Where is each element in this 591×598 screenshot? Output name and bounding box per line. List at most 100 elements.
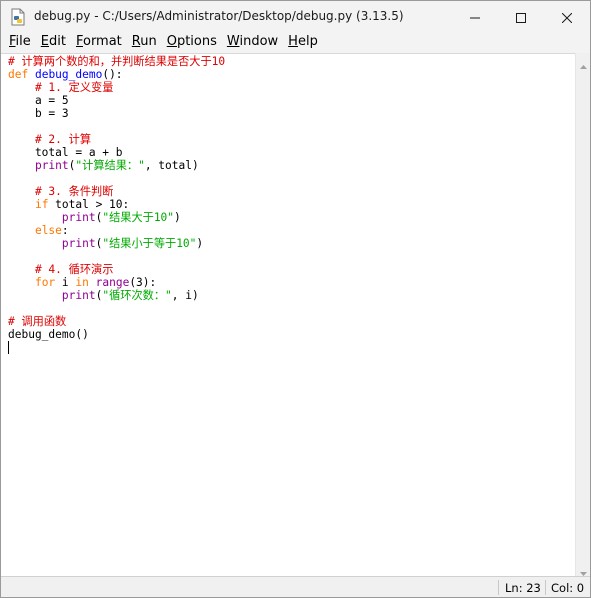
code-token: (3): <box>129 276 157 289</box>
code-line: print("循环次数：", i) <box>8 289 225 302</box>
code-line: # 1. 定义变量 <box>8 81 225 94</box>
status-line-number: Ln: 23 <box>505 581 541 595</box>
code-token: total > 10: <box>48 198 130 211</box>
code-token: print <box>34 159 69 172</box>
idle-editor-window: debug.py - C:/Users/Administrator/Deskto… <box>0 0 591 598</box>
code-token: # 1. 定义变量 <box>34 81 114 94</box>
code-token: # 调用函数 <box>8 315 67 328</box>
code-token: # 3. 条件判断 <box>34 185 114 198</box>
menu-options-mnemonic: O <box>166 34 177 49</box>
menu-file-label: ile <box>15 34 31 49</box>
code-token: a = 5 <box>8 94 69 107</box>
code-token: print <box>61 211 96 224</box>
code-token: ) <box>174 211 181 224</box>
menu-format[interactable]: Format <box>71 33 127 53</box>
menu-options-label: ptions <box>176 34 217 49</box>
window-title: debug.py - C:/Users/Administrator/Deskto… <box>34 9 404 23</box>
close-button[interactable] <box>544 1 590 33</box>
code-token: "结果大于10" <box>102 211 175 224</box>
code-line: # 4. 循环演示 <box>8 263 225 276</box>
menu-file[interactable]: File <box>4 33 36 53</box>
code-token: # 4. 循环演示 <box>34 263 114 276</box>
scroll-up-icon[interactable] <box>579 57 588 69</box>
menu-options[interactable]: Options <box>162 33 222 53</box>
code-line: # 计算两个数的和，并判断结果是否大于10 <box>8 55 225 68</box>
menu-help-mnemonic: H <box>288 34 298 49</box>
code-text[interactable]: # 计算两个数的和，并判断结果是否大于10 def debug_demo(): #… <box>8 55 225 354</box>
code-line: debug_demo() <box>8 328 225 341</box>
code-token: i <box>55 276 76 289</box>
status-column-number: Col: 0 <box>551 581 585 595</box>
code-line: # 3. 条件判断 <box>8 185 225 198</box>
menu-run[interactable]: Run <box>127 33 162 53</box>
code-token: print <box>61 289 96 302</box>
menu-help[interactable]: Help <box>283 33 323 53</box>
menu-format-label: ormat <box>82 34 122 49</box>
code-token: , total) <box>144 159 199 172</box>
code-line: print("结果小于等于10") <box>8 237 225 250</box>
minimize-button[interactable] <box>452 1 498 33</box>
menu-format-mnemonic: F <box>75 34 83 49</box>
code-token: debug_demo <box>34 68 103 81</box>
menu-window-label: indow <box>239 34 279 49</box>
code-token: print <box>61 237 96 250</box>
code-line: else: <box>8 224 225 237</box>
code-line: for i in range(3): <box>8 276 225 289</box>
menu-edit[interactable]: Edit <box>36 33 71 53</box>
python-file-icon <box>10 8 26 26</box>
code-token: if <box>34 198 49 211</box>
code-line: print("计算结果：", total) <box>8 159 225 172</box>
code-line: a = 5 <box>8 94 225 107</box>
code-line: # 调用函数 <box>8 315 225 328</box>
status-separator <box>498 580 499 595</box>
code-token: "计算结果：" <box>75 159 145 172</box>
code-token: in <box>75 276 89 289</box>
code-token: def <box>8 68 29 81</box>
scroll-down-icon[interactable] <box>579 563 588 576</box>
status-bar: Ln: 23 Col: 0 <box>1 576 590 597</box>
title-bar[interactable]: debug.py - C:/Users/Administrator/Deskto… <box>1 1 590 33</box>
vertical-scrollbar[interactable] <box>575 53 590 576</box>
text-cursor <box>8 341 9 354</box>
menu-window-mnemonic: W <box>226 34 240 49</box>
code-line: def debug_demo(): <box>8 68 225 81</box>
menu-bar: File Edit Format Run Options Window Help <box>1 33 590 53</box>
menu-edit-mnemonic: E <box>40 34 49 49</box>
code-token: ) <box>196 237 204 250</box>
close-icon <box>561 8 573 27</box>
code-token: for <box>34 276 56 289</box>
code-token: "循环次数：" <box>102 289 172 302</box>
maximize-button[interactable] <box>498 1 544 33</box>
code-token: # 2. 计算 <box>34 133 92 146</box>
code-token: b = 3 <box>8 107 69 120</box>
code-token: (): <box>102 68 123 81</box>
code-line: # 2. 计算 <box>8 133 225 146</box>
code-token: range <box>95 276 130 289</box>
code-line: b = 3 <box>8 107 225 120</box>
code-line: print("结果大于10") <box>8 211 225 224</box>
menu-edit-label: dit <box>49 34 66 49</box>
code-editor[interactable]: # 计算两个数的和，并判断结果是否大于10 def debug_demo(): #… <box>1 53 575 576</box>
menu-window[interactable]: Window <box>222 33 283 53</box>
code-line: if total > 10: <box>8 198 225 211</box>
code-token: else <box>34 224 62 237</box>
code-token: , i) <box>171 289 199 302</box>
code-token: : <box>61 224 69 237</box>
minimize-icon <box>470 8 480 27</box>
